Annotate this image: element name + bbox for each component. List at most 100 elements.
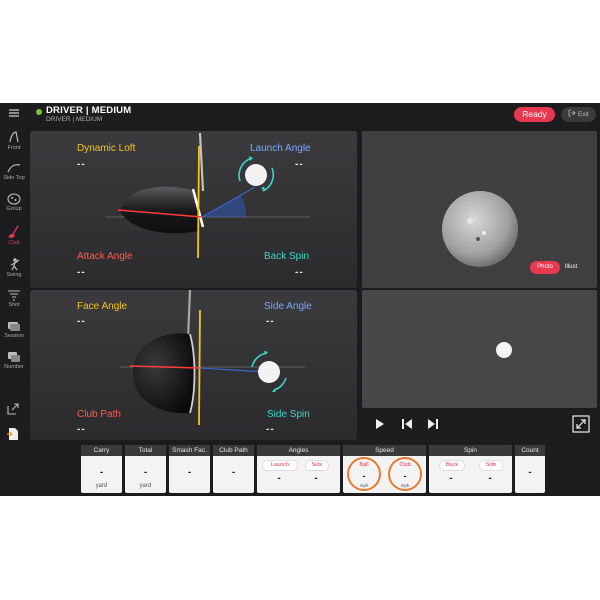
- spin-back-tab[interactable]: Back: [439, 460, 465, 471]
- sidebar-item-label: Side Top: [3, 175, 25, 181]
- sidebar-item-front[interactable]: Front: [0, 130, 28, 151]
- side-spin-value: --: [266, 424, 275, 435]
- front-view-icon: [9, 131, 19, 143]
- step-forward-icon[interactable]: [424, 415, 442, 433]
- menu-icon[interactable]: [6, 107, 22, 123]
- shot-icon: [8, 290, 20, 301]
- sidebar-item-club[interactable]: Club: [0, 225, 28, 246]
- club-title: DRIVER | MEDIUM: [46, 105, 132, 116]
- speed-club-gauge[interactable]: Club - mph: [388, 457, 422, 491]
- stat-label: Spin: [429, 445, 512, 456]
- stat-label: Carry: [81, 445, 122, 456]
- connection-status-dot: [36, 109, 42, 115]
- stat-label: Angles: [257, 445, 340, 456]
- back-spin-value: --: [295, 267, 304, 278]
- stat-count: Count -: [515, 445, 545, 493]
- side-top-view-icon: [7, 164, 21, 173]
- speed-ball-label: Ball: [359, 462, 369, 468]
- stat-value: -: [231, 467, 236, 478]
- sidebar-item-label: Session: [4, 333, 24, 339]
- speed-ball-gauge[interactable]: Ball - mph: [347, 457, 381, 491]
- club-top-view-panel: Face Angle -- Side Angle -- Club Path --…: [30, 290, 357, 440]
- expand-icon[interactable]: [572, 415, 590, 433]
- back-spin-label: Back Spin: [264, 251, 310, 262]
- stat-unit: yard: [139, 483, 152, 489]
- sidebar-item-label: Front: [7, 145, 21, 151]
- spin-side-value: -: [488, 473, 492, 484]
- face-angle-label: Face Angle: [77, 301, 128, 312]
- group-icon: [7, 193, 21, 205]
- swing-icon: [10, 258, 20, 271]
- attack-angle-label: Attack Angle: [77, 251, 133, 262]
- ready-button[interactable]: Ready: [514, 107, 555, 122]
- sidebar-item-side-top[interactable]: Side Top: [0, 162, 28, 181]
- ball-wide-image: [362, 290, 597, 408]
- exit-label: Exit: [577, 111, 589, 118]
- spin-back-value: -: [449, 473, 453, 484]
- stat-value: -: [187, 467, 192, 478]
- exit-button[interactable]: Exit: [561, 107, 596, 122]
- attack-angle-value: --: [77, 267, 86, 278]
- speed-club-value: -: [403, 471, 407, 481]
- app-window: DRIVER | MEDIUM DRIVER | MEDIUM Ready Ex…: [0, 103, 600, 496]
- session-icon: [8, 322, 20, 331]
- stat-label: Smash Fac.: [169, 445, 210, 456]
- speed-club-label: Club: [399, 462, 411, 468]
- angles-side-value: -: [314, 473, 318, 484]
- side-angle-value: --: [266, 316, 275, 327]
- stat-value: -: [528, 467, 532, 478]
- side-angle-label: Side Angle: [264, 301, 312, 312]
- face-angle-value: --: [77, 316, 86, 327]
- stat-club-path: Club Path -: [213, 445, 254, 493]
- speed-ball-unit: mph: [359, 483, 369, 488]
- play-icon[interactable]: [370, 415, 388, 433]
- spin-side-tab[interactable]: Side: [479, 460, 503, 471]
- angles-side-tab[interactable]: Side: [305, 460, 329, 471]
- club-side-illustration: [105, 132, 310, 259]
- club-path-label: Club Path: [77, 409, 121, 420]
- stat-speed: Speed Ball - mph Club - mph: [343, 445, 426, 493]
- sidebar-item-label: Group: [6, 206, 22, 212]
- speed-ball-value: -: [362, 471, 366, 481]
- stat-label: Speed: [343, 445, 426, 456]
- photo-toggle-button[interactable]: Photo: [530, 261, 560, 274]
- launch-angle-value: --: [295, 159, 304, 170]
- sidebar-item-group[interactable]: Group: [0, 193, 28, 212]
- club-side-view-panel: Dynamic Loft -- Launch Angle -- Attack A…: [30, 131, 357, 288]
- photo-illust-toggle: Photo Illust: [530, 261, 590, 274]
- shot-stats-bar: Carry - yard Total - yard Smash Fac. - C…: [0, 440, 600, 496]
- stat-carry: Carry - yard: [81, 445, 122, 493]
- dynamic-loft-value: --: [77, 159, 86, 170]
- dynamic-loft-label: Dynamic Loft: [77, 143, 136, 154]
- sidebar-item-shot[interactable]: Shot: [0, 289, 28, 308]
- stat-spin: Spin Back Side - -: [429, 445, 512, 493]
- export-icon[interactable]: [6, 402, 22, 418]
- sidebar-item-swing[interactable]: Swing: [0, 257, 28, 278]
- sidebar-item-number[interactable]: Number: [0, 351, 28, 370]
- stat-label: Count: [515, 445, 545, 456]
- sidebar-item-session[interactable]: Session: [0, 320, 28, 339]
- number-icon: [8, 352, 20, 362]
- ball-camera-wide: [362, 290, 597, 408]
- sidebar-item-label: Number: [4, 364, 24, 370]
- top-bar: DRIVER | MEDIUM DRIVER | MEDIUM Ready Ex…: [0, 103, 600, 127]
- stat-angles: Angles Launch Side - -: [257, 445, 340, 493]
- stat-total: Total - yard: [125, 445, 166, 493]
- stat-label: Total: [125, 445, 166, 456]
- stat-label: Club Path: [213, 445, 254, 456]
- speed-club-unit: mph: [400, 483, 410, 488]
- angles-launch-value: -: [277, 473, 281, 484]
- sidebar-item-label: Shot: [8, 302, 20, 308]
- stat-unit: yard: [95, 483, 108, 489]
- illust-toggle-button[interactable]: Illust: [560, 261, 582, 274]
- stat-value: -: [143, 467, 148, 478]
- stat-value: -: [99, 467, 104, 478]
- club-subtitle: DRIVER | MEDIUM: [46, 116, 103, 123]
- club-icon: [8, 225, 19, 238]
- stat-smash-factor: Smash Fac. -: [169, 445, 210, 493]
- exit-icon: [568, 109, 576, 117]
- step-back-icon[interactable]: [398, 415, 416, 433]
- launch-angle-label: Launch Angle: [250, 143, 311, 154]
- angles-launch-tab[interactable]: Launch: [262, 460, 298, 471]
- side-spin-label: Side Spin: [267, 409, 310, 420]
